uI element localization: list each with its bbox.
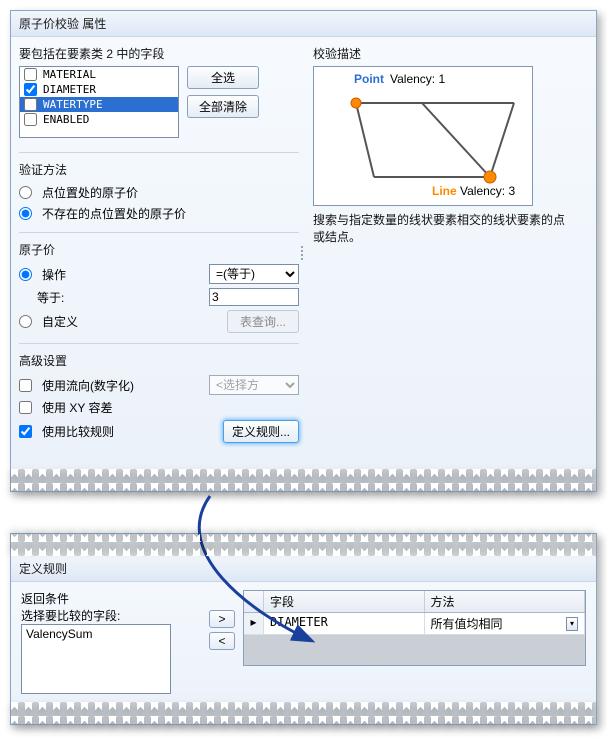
fields-section-label: 要包括在要素类 2 中的字段	[19, 45, 299, 62]
custom-label: 自定义	[42, 313, 78, 330]
list-item[interactable]: MATERIAL	[20, 67, 178, 82]
validation-option-1[interactable]: 点位置处的原子价	[19, 182, 299, 203]
left-panel: 要包括在要素类 2 中的字段 MATERIAL DIAMETER	[19, 45, 299, 461]
field-checkbox[interactable]	[24, 113, 37, 126]
line-label: Line	[432, 184, 457, 198]
eq-label: 等于:	[37, 289, 64, 306]
radio-custom[interactable]	[19, 315, 32, 328]
chk-compare[interactable]	[19, 425, 32, 438]
advanced-section: 高级设置 使用流向(数字化) <选择方 使用 XY 容差 使用比较规则 定义规则…	[19, 352, 299, 453]
valency-check-properties-window: 原子价校验 属性 要包括在要素类 2 中的字段 MATERIAL DIAMETE…	[10, 10, 597, 492]
line-valency-text: Valency: 3	[460, 184, 515, 198]
connector-arrow	[10, 532, 597, 533]
valency-label: 原子价	[19, 241, 299, 258]
flow-dropdown: <选择方	[209, 375, 299, 395]
cell-method[interactable]: 所有值均相同 ▾	[425, 613, 586, 634]
op-dropdown[interactable]: =(等于)	[209, 264, 299, 284]
fields-listbox[interactable]: MATERIAL DIAMETER WATERTYPE ENABLED	[19, 66, 179, 138]
eq-input[interactable]	[209, 288, 299, 306]
valency-section: 原子价 操作 =(等于) 等于: 自定义 表查询...	[19, 241, 299, 344]
compare-field-listbox[interactable]: ValencySum	[21, 624, 171, 694]
list-item[interactable]: WATERTYPE	[20, 97, 178, 112]
table-query-button: 表查询...	[227, 310, 299, 333]
torn-edge-top	[11, 534, 596, 556]
field-label: ENABLED	[43, 113, 89, 126]
fields-section: 要包括在要素类 2 中的字段 MATERIAL DIAMETER	[19, 45, 299, 153]
right-panel: 校验描述 Point Valency: 1 Line Valency: 3 搜索…	[305, 45, 565, 461]
validation-option-2[interactable]: 不存在的点位置处的原子价	[19, 203, 299, 224]
validation-label: 验证方法	[19, 161, 299, 178]
op-label: 操作	[42, 266, 66, 283]
cell-method-text: 所有值均相同	[431, 615, 503, 632]
chk-xy[interactable]	[19, 401, 32, 414]
field-checkbox[interactable]	[24, 83, 37, 96]
torn-edge	[11, 469, 596, 491]
description-help: 搜索与指定数量的线状要素相交的线状要素的点或结点。	[313, 212, 565, 246]
select-field-label: 选择要比较的字段:	[21, 607, 201, 624]
adv-flow-row: 使用流向(数字化) <选择方	[19, 373, 299, 397]
window-body: 要包括在要素类 2 中的字段 MATERIAL DIAMETER	[11, 37, 596, 469]
valency-eq-row: 等于:	[19, 286, 299, 308]
xy-label: 使用 XY 容差	[42, 399, 112, 416]
diagram-svg: Point Valency: 1 Line Valency: 3	[314, 67, 532, 205]
define-rules-button[interactable]: 定义规则...	[223, 420, 299, 443]
field-checkbox[interactable]	[24, 68, 37, 81]
adv-compare-row: 使用比较规则 定义规则...	[19, 418, 299, 445]
field-checkbox[interactable]	[24, 98, 37, 111]
radio-label: 不存在的点位置处的原子价	[42, 205, 186, 222]
window-title: 原子价校验 属性	[11, 11, 596, 37]
select-all-button[interactable]: 全选	[187, 66, 259, 89]
return-label: 返回条件	[21, 590, 201, 607]
chevron-down-icon[interactable]: ▾	[566, 617, 578, 631]
adv-xy-row: 使用 XY 容差	[19, 397, 299, 418]
chk-flow[interactable]	[19, 379, 32, 392]
list-item[interactable]: ENABLED	[20, 112, 178, 127]
grid-col-method[interactable]: 方法	[425, 591, 586, 612]
point-valency-text: Valency: 1	[390, 72, 445, 86]
list-item[interactable]: DIAMETER	[20, 82, 178, 97]
field-label: DIAMETER	[43, 83, 96, 96]
field-label: MATERIAL	[43, 68, 96, 81]
description-label: 校验描述	[313, 45, 565, 62]
validation-section: 验证方法 点位置处的原子价 不存在的点位置处的原子价	[19, 161, 299, 233]
field-label: WATERTYPE	[43, 98, 103, 111]
flow-label: 使用流向(数字化)	[42, 377, 134, 394]
torn-edge-bottom	[11, 702, 596, 724]
compare-label: 使用比较规则	[42, 423, 114, 440]
return-conditions: 返回条件 选择要比较的字段: ValencySum	[21, 590, 201, 694]
radio-nonexistent-point-valency[interactable]	[19, 207, 32, 220]
list-item[interactable]: ValencySum	[26, 627, 166, 641]
radio-label: 点位置处的原子价	[42, 184, 138, 201]
advanced-label: 高级设置	[19, 352, 299, 369]
valency-diagram: Point Valency: 1 Line Valency: 3	[313, 66, 533, 206]
radio-operation[interactable]	[19, 268, 32, 281]
point-label: Point	[354, 72, 384, 86]
clear-all-button[interactable]: 全部清除	[187, 95, 259, 118]
valency-custom-row: 自定义 表查询...	[19, 308, 299, 335]
radio-point-valency[interactable]	[19, 186, 32, 199]
valency-op-row: 操作 =(等于)	[19, 262, 299, 286]
